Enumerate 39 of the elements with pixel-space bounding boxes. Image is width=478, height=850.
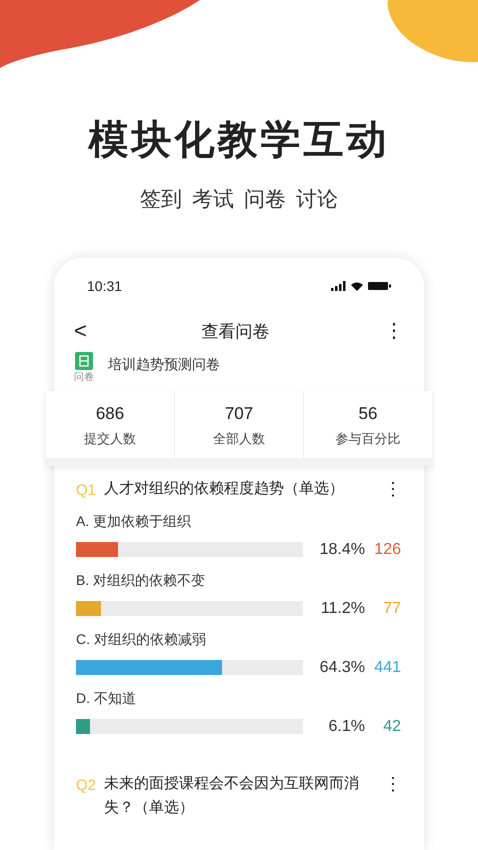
- question-text: 未来的面授课程会不会因为互联网而消失？（单选）: [104, 774, 360, 818]
- subtitle-word: 签到: [140, 187, 182, 213]
- option-percent: 64.3%: [318, 658, 365, 678]
- more-button[interactable]: ⋮: [384, 321, 404, 342]
- survey-badge-label: 问卷: [74, 371, 94, 385]
- back-button[interactable]: <: [74, 320, 87, 342]
- option-label: D. 不知道: [76, 688, 137, 708]
- subtitle-word: 讨论: [296, 187, 338, 213]
- subtitle-word: 考试: [192, 187, 234, 213]
- status-time: 10:31: [87, 276, 122, 296]
- stat-value: 707: [224, 403, 254, 425]
- option-percent: 6.1%: [328, 716, 365, 736]
- more-button[interactable]: ⋮: [384, 480, 402, 498]
- option-count: 42: [382, 716, 401, 736]
- stat-label: 全部人数: [213, 430, 265, 448]
- headline: 模块化教学互动: [88, 117, 390, 164]
- stat-value: 56: [358, 403, 378, 425]
- option-percent: 11.2%: [320, 598, 365, 618]
- more-button[interactable]: ⋮: [384, 774, 402, 792]
- page-title: 查看问卷: [201, 320, 270, 342]
- battery-icon: [368, 282, 391, 290]
- option-count: 126: [373, 540, 401, 560]
- survey-title: 培训趋势预测问卷: [108, 355, 220, 374]
- signal-icon: [331, 281, 346, 291]
- option-count: 441: [373, 658, 401, 678]
- option-count: 77: [382, 598, 401, 618]
- question-number: Q1: [76, 481, 98, 501]
- question-text: 人才对组织的依赖程度趋势（单选）: [104, 479, 345, 499]
- stat-label: 参与百分比: [336, 430, 400, 448]
- option-label: A. 更加依赖于组织: [76, 512, 192, 530]
- question-number: Q2: [76, 776, 98, 796]
- option-label: B. 对组织的依赖不变: [76, 570, 206, 590]
- option-label: C. 对组织的依赖减弱: [76, 630, 207, 648]
- survey-icon: [75, 352, 93, 370]
- subtitle-word: 问卷: [244, 187, 286, 213]
- wifi-icon: [351, 281, 363, 291]
- stat-label: 提交人数: [84, 430, 136, 448]
- option-percent: 18.4%: [318, 540, 365, 560]
- stat-value: 686: [96, 403, 124, 425]
